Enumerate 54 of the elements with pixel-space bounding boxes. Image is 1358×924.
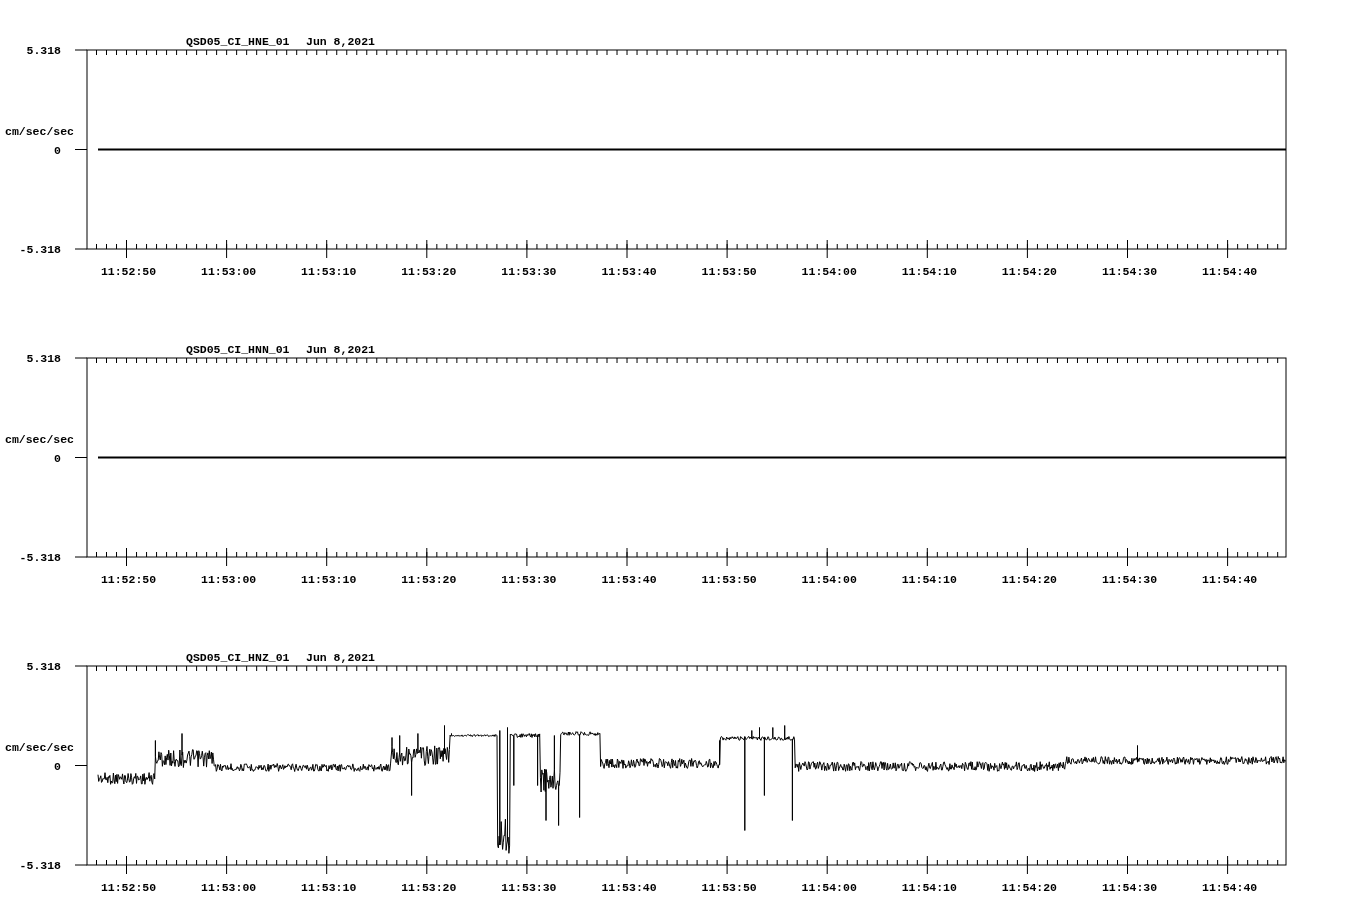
tick-label: 11:53:40 bbox=[601, 265, 657, 278]
tick-label: 0 bbox=[54, 143, 61, 157]
plot-date: Jun 8,2021 bbox=[306, 343, 375, 356]
tick-label: 11:54:40 bbox=[1202, 881, 1258, 894]
tick-label: 11:53:00 bbox=[201, 265, 257, 278]
tick-label: 11:53:50 bbox=[701, 881, 757, 894]
tick-label: 11:54:40 bbox=[1202, 573, 1258, 586]
tick-label: 11:52:50 bbox=[100, 573, 157, 586]
tick-label: 11:54:30 bbox=[1101, 573, 1158, 586]
tick-label: 11:53:40 bbox=[601, 573, 657, 586]
tick-label: 5.318 bbox=[26, 660, 61, 673]
tick-label: 11:54:30 bbox=[1101, 881, 1158, 894]
plot-title: QSD05_CI_HNE_01 bbox=[186, 35, 290, 48]
tick-label: 11:53:00 bbox=[201, 573, 257, 586]
tick-label: 11:54:20 bbox=[1001, 573, 1057, 586]
tick-label: 5.318 bbox=[26, 352, 61, 365]
tick-label: 11:53:10 bbox=[301, 573, 357, 586]
tick-label: 11:52:50 bbox=[100, 265, 157, 278]
tick-label: 11:54:30 bbox=[1101, 265, 1158, 278]
tick-label: 11:53:20 bbox=[401, 573, 457, 586]
tick-label: 11:53:50 bbox=[701, 265, 757, 278]
axis-label: cm/sec/sec bbox=[5, 125, 74, 138]
tick-label: 11:53:30 bbox=[501, 881, 557, 894]
tick-label: 11:53:30 bbox=[501, 573, 557, 586]
tick-label: 11:54:20 bbox=[1001, 881, 1057, 894]
tick-label: 11:54:10 bbox=[901, 573, 957, 586]
tick-label: 0 bbox=[54, 451, 61, 465]
axis-label: cm/sec/sec bbox=[5, 433, 74, 446]
plot-title: QSD05_CI_HNN_01 bbox=[186, 343, 290, 356]
tick-label: -5.318 bbox=[19, 859, 61, 872]
tick-label: 11:53:20 bbox=[401, 265, 457, 278]
tick-label: 0 bbox=[54, 759, 61, 773]
tick-label: 11:54:10 bbox=[901, 265, 957, 278]
tick-label: 11:54:10 bbox=[901, 881, 957, 894]
tick-label: 11:53:10 bbox=[301, 881, 357, 894]
tick-label: 11:53:30 bbox=[501, 265, 557, 278]
tick-label: 11:53:10 bbox=[301, 265, 357, 278]
tick-label: 11:53:20 bbox=[401, 881, 457, 894]
tick-label: 5.318 bbox=[26, 44, 61, 57]
tick-label: 11:52:50 bbox=[100, 881, 157, 894]
plot-date: Jun 8,2021 bbox=[306, 35, 375, 48]
axis-label: cm/sec/sec bbox=[5, 741, 74, 754]
plot-title: QSD05_CI_HNZ_01 bbox=[186, 651, 290, 664]
tick-label: 11:53:50 bbox=[701, 573, 757, 586]
tick-label: -5.318 bbox=[19, 243, 61, 256]
tick-label: 11:54:20 bbox=[1001, 265, 1057, 278]
tick-label: 11:53:00 bbox=[201, 881, 257, 894]
tick-label: 11:54:00 bbox=[801, 265, 857, 278]
plot-date: Jun 8,2021 bbox=[306, 651, 375, 664]
tick-label: -5.318 bbox=[19, 551, 61, 564]
tick-label: 11:53:40 bbox=[601, 881, 657, 894]
tick-label: 11:54:40 bbox=[1202, 265, 1258, 278]
tick-label: 11:54:00 bbox=[801, 573, 857, 586]
tick-label: 11:54:00 bbox=[801, 881, 857, 894]
